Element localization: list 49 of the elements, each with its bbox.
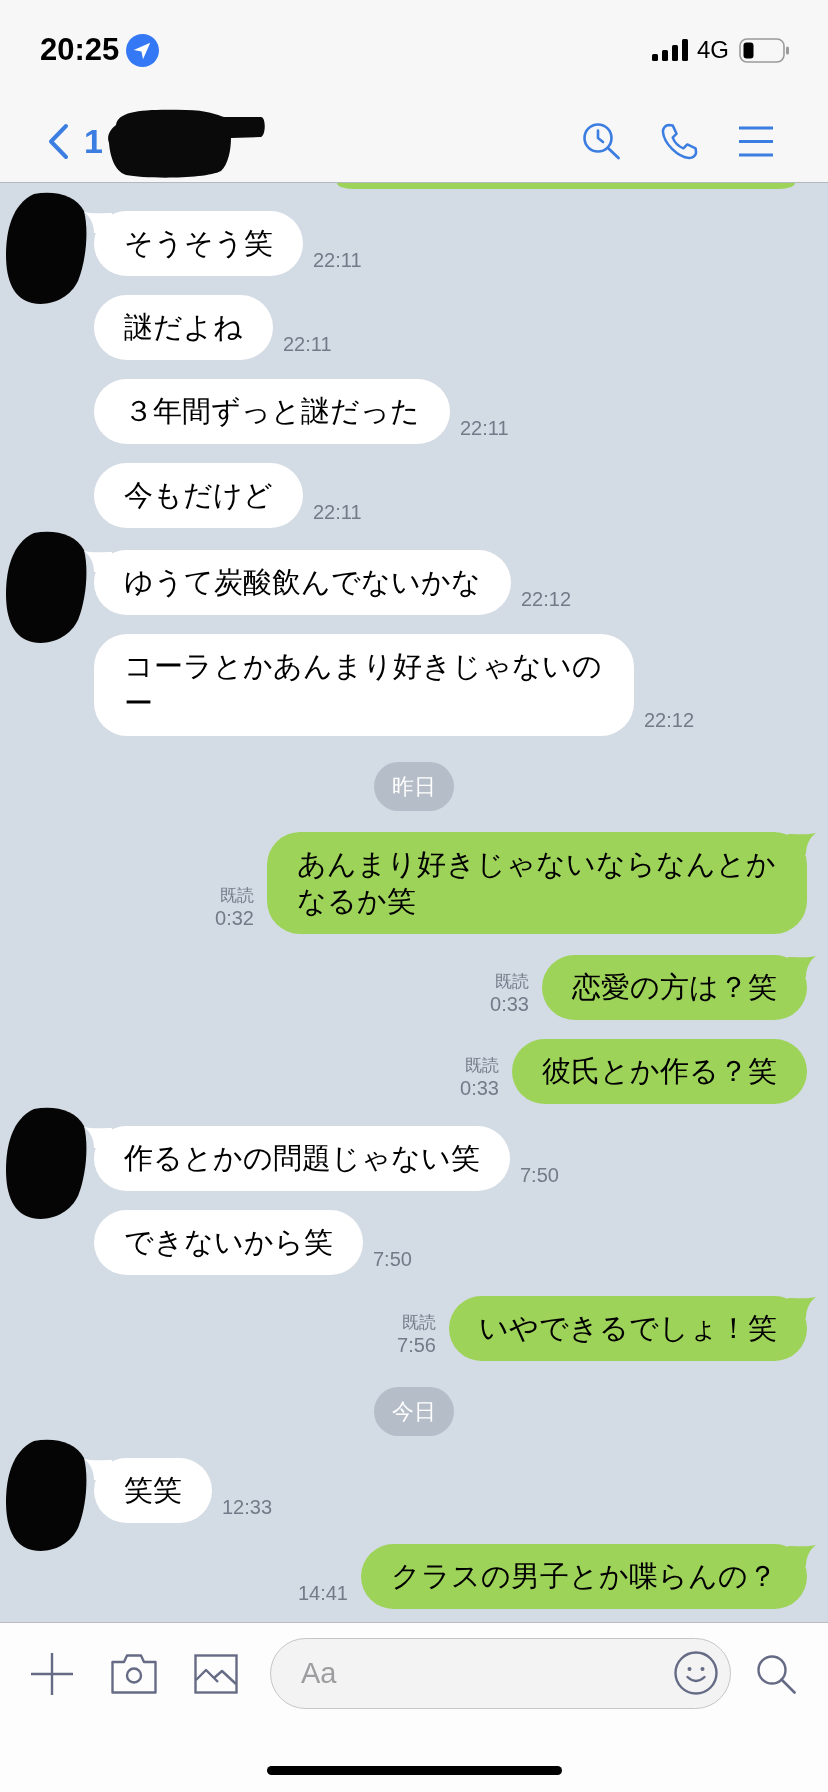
message-bubble: 謎だよね	[94, 295, 273, 360]
message-time: 7:50	[520, 1164, 559, 1187]
phone-icon[interactable]	[660, 121, 699, 161]
bubble-tail-icon	[84, 211, 112, 233]
read-receipt: 既読	[465, 1055, 499, 1077]
back-button[interactable]: 1	[47, 121, 103, 161]
message-bubble: できないから笑	[94, 1210, 363, 1275]
battery-icon	[739, 37, 789, 63]
image-icon[interactable]	[194, 1653, 238, 1694]
camera-icon[interactable]	[111, 1653, 157, 1694]
message-input[interactable]: Aa	[270, 1638, 731, 1709]
message-time: 12:33	[222, 1496, 273, 1519]
read-receipt: 既読	[220, 885, 254, 907]
bubble-tail-icon	[788, 1296, 816, 1318]
message-bubble: コーラとかあんまり好きじゃないのー	[94, 634, 634, 736]
read-receipt: 既読	[402, 1312, 436, 1334]
message-time: 0:33	[490, 993, 529, 1016]
bubble-tail-icon	[84, 1126, 112, 1148]
message-bubble: ３年間ずっと謎だった	[94, 379, 450, 444]
status-time: 20:25	[40, 32, 120, 68]
bubble-tail-icon	[84, 1458, 112, 1480]
message-time: 22:12	[644, 709, 695, 732]
message-time: 22:12	[521, 588, 572, 611]
bubble-tail-icon	[84, 550, 112, 572]
message-time: 7:56	[397, 1334, 436, 1357]
read-receipt: 既読	[495, 971, 529, 993]
signal-icon	[652, 39, 688, 61]
network-type: 4G	[697, 36, 729, 64]
smiley-icon[interactable]	[674, 1651, 718, 1695]
message-time: 14:41	[297, 1582, 348, 1605]
message-time: 7:50	[373, 1248, 412, 1271]
menu-icon[interactable]	[739, 125, 773, 157]
search-icon[interactable]	[756, 1653, 796, 1694]
clock-search-icon[interactable]	[582, 122, 621, 160]
message-bubble: 今もだけど	[94, 463, 303, 528]
back-chevron-icon	[47, 122, 69, 160]
date-label: 今日	[374, 1387, 454, 1436]
plus-icon[interactable]	[31, 1652, 73, 1695]
bubble-tail-icon	[788, 955, 816, 977]
bubble-tail-icon	[788, 1544, 816, 1566]
message-time: 22:11	[313, 501, 362, 524]
date-label: 昨日	[374, 762, 454, 811]
message-time: 22:11	[460, 417, 509, 440]
message-time: 22:11	[313, 249, 362, 272]
message-time: 22:11	[283, 333, 332, 356]
message-time: 0:32	[215, 907, 254, 930]
message-bubble: 彼氏とか作る？笑	[512, 1039, 807, 1104]
bubble-tail-icon	[788, 832, 816, 854]
message-time: 0:33	[460, 1077, 499, 1100]
